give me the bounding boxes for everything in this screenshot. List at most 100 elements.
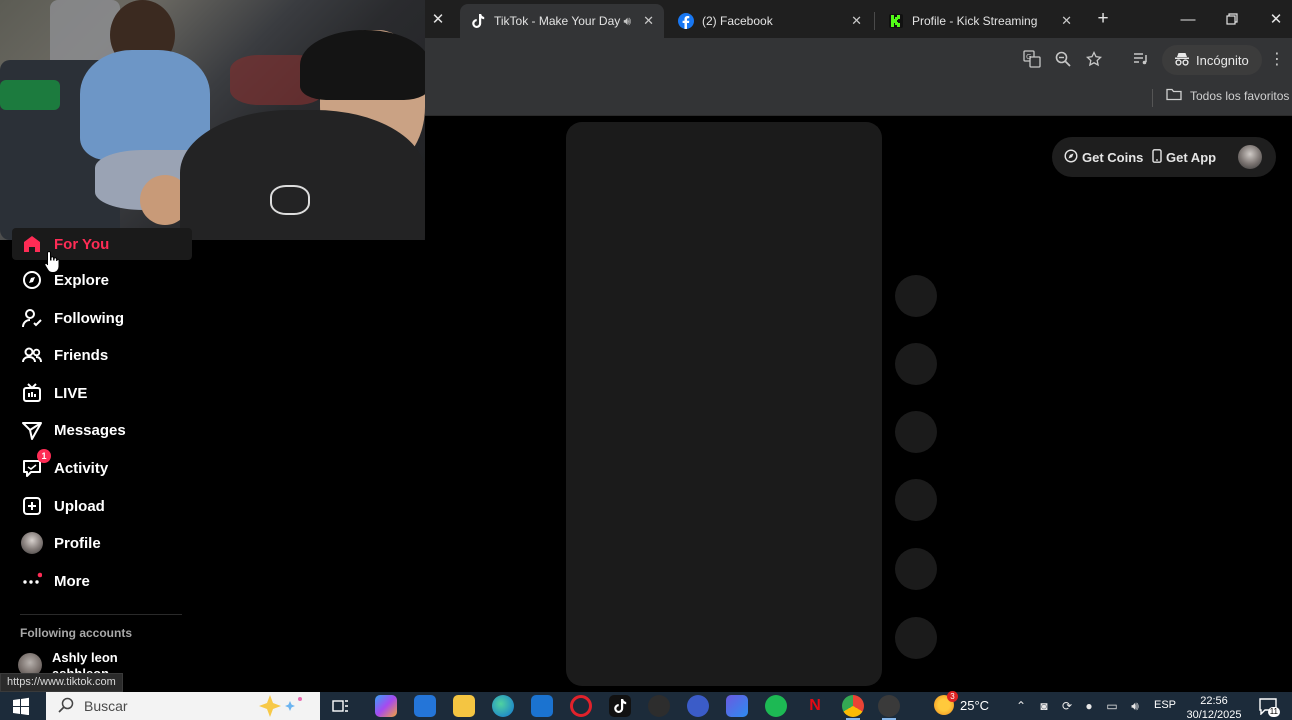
new-tab-button[interactable]: + (1091, 8, 1115, 30)
search-highlight-icon (256, 695, 306, 720)
network-icon[interactable]: ▭ (1104, 697, 1120, 715)
nav-label: Messages (54, 421, 126, 439)
minimize-icon[interactable]: — (1176, 8, 1200, 30)
profile-avatar[interactable] (1238, 145, 1262, 169)
microphone-icon[interactable]: ● (1081, 697, 1097, 715)
nav-friends[interactable]: Friends (12, 339, 192, 371)
task-view-icon[interactable] (330, 695, 352, 717)
tab-title: (2) Facebook (702, 14, 773, 28)
share-button-placeholder[interactable] (895, 479, 937, 521)
taskbar-search[interactable]: Buscar (46, 692, 320, 720)
all-bookmarks-button[interactable]: Todos los favoritos (1166, 88, 1289, 104)
meet-now-icon[interactable]: ◙ (1036, 697, 1052, 715)
next-button-placeholder[interactable] (895, 617, 937, 659)
search-placeholder: Buscar (84, 698, 128, 714)
copilot-icon[interactable] (375, 695, 397, 717)
nav-label: Upload (54, 497, 105, 515)
sound-button-placeholder[interactable] (895, 548, 937, 590)
sync-icon[interactable]: ⟳ (1059, 697, 1075, 715)
zoom-icon[interactable] (1053, 49, 1073, 69)
tab-tiktok[interactable]: TikTok - Make Your Day 🔊︎ ✕ (460, 4, 664, 38)
media-app-icon[interactable] (726, 695, 748, 717)
weather-badge: 3 (947, 691, 958, 702)
live-icon (20, 381, 44, 405)
edge-icon[interactable] (492, 695, 514, 717)
spotify-icon[interactable] (765, 695, 787, 717)
like-button-placeholder[interactable] (895, 275, 937, 317)
translate-icon[interactable]: G (1022, 49, 1042, 69)
get-app-label: Get App (1166, 149, 1217, 165)
activity-badge: 1 (37, 449, 51, 463)
get-coins-button[interactable]: Get Coins (1064, 137, 1143, 177)
input-language[interactable]: ESP (1154, 699, 1176, 711)
weather-sun-icon: 3 (934, 691, 958, 715)
speaker-icon[interactable]: 🔊︎ (624, 14, 632, 29)
save-button-placeholder[interactable] (895, 411, 937, 453)
tab-facebook[interactable]: (2) Facebook ✕ (668, 4, 872, 38)
opera-icon[interactable] (570, 695, 592, 717)
close-window-icon[interactable]: ✕ (1264, 8, 1288, 30)
tab-title: TikTok - Make Your Day (494, 14, 621, 28)
comment-button-placeholder[interactable] (895, 343, 937, 385)
nav-following[interactable]: Following (12, 302, 192, 334)
tiktok-app-icon[interactable] (609, 695, 631, 717)
get-app-button[interactable]: Get App (1152, 137, 1216, 177)
nav-more[interactable]: More (12, 565, 192, 597)
nav-activity[interactable]: 1 Activity (12, 449, 192, 484)
nav-label: For You (54, 235, 110, 253)
outlook-icon[interactable] (531, 695, 553, 717)
nav-for-you[interactable]: For You (12, 228, 192, 260)
nav-explore[interactable]: Explore (12, 264, 192, 296)
coin-icon (1064, 148, 1078, 166)
tab-divider (874, 12, 875, 30)
nav-messages[interactable]: Messages (12, 414, 192, 446)
nav-label: Activity (54, 459, 109, 477)
get-coins-label: Get Coins (1082, 149, 1144, 165)
tiktok-favicon-icon (470, 13, 486, 29)
show-hidden-icons-icon[interactable]: ⌃ (1013, 697, 1029, 715)
sidebar-divider (20, 614, 182, 615)
all-bookmarks-label: Todos los favoritos (1190, 89, 1290, 103)
restore-icon[interactable] (1220, 8, 1244, 30)
facebook-favicon-icon (678, 13, 694, 29)
bookmarks-divider (1152, 89, 1153, 107)
svg-text:G: G (1026, 53, 1031, 61)
weather-widget[interactable]: 3 25°C (934, 691, 989, 715)
hand-cursor-icon (44, 250, 60, 274)
close-prev-tab-icon[interactable]: ✕ (426, 8, 450, 30)
store-icon[interactable] (414, 695, 436, 717)
nav-label: Profile (54, 534, 101, 552)
obs-icon[interactable] (648, 695, 670, 717)
file-explorer-icon[interactable] (453, 695, 475, 717)
chrome-icon[interactable] (842, 695, 864, 720)
nav-upload[interactable]: Upload (12, 490, 192, 522)
tab-kick[interactable]: Profile - Kick Streaming ✕ (878, 4, 1082, 38)
close-tab-icon[interactable]: ✕ (643, 13, 654, 29)
clock[interactable]: 22:56 30/12/2025 (1186, 694, 1242, 720)
activity-icon: 1 (20, 449, 51, 480)
notification-count: 11 (1267, 707, 1280, 717)
incognito-icon (1174, 52, 1190, 69)
windows-start-icon[interactable] (10, 697, 32, 716)
friends-icon (20, 343, 44, 367)
obs-studio-icon[interactable] (878, 695, 900, 720)
meet-icon[interactable] (687, 695, 709, 717)
incognito-indicator[interactable]: Incógnito (1162, 45, 1262, 75)
upload-icon (20, 494, 44, 518)
folder-icon (1166, 88, 1182, 104)
clock-date: 30/12/2025 (1186, 709, 1242, 720)
bookmark-star-icon[interactable] (1084, 49, 1104, 69)
home-icon (20, 232, 44, 256)
netflix-icon[interactable]: N (804, 695, 826, 717)
account-name: Ashly leon (52, 650, 118, 665)
nav-profile[interactable]: Profile (12, 527, 192, 559)
video-placeholder (566, 122, 882, 686)
media-control-icon[interactable] (1131, 49, 1151, 69)
nav-live[interactable]: LIVE (12, 377, 192, 409)
browser-menu-icon[interactable]: ⋮ (1268, 49, 1286, 71)
close-tab-icon[interactable]: ✕ (1061, 13, 1072, 29)
kick-favicon-icon (888, 13, 904, 29)
close-tab-icon[interactable]: ✕ (851, 13, 862, 29)
volume-icon[interactable]: 🔊︎ (1127, 697, 1143, 715)
notification-center-icon[interactable]: 11 (1258, 697, 1280, 717)
